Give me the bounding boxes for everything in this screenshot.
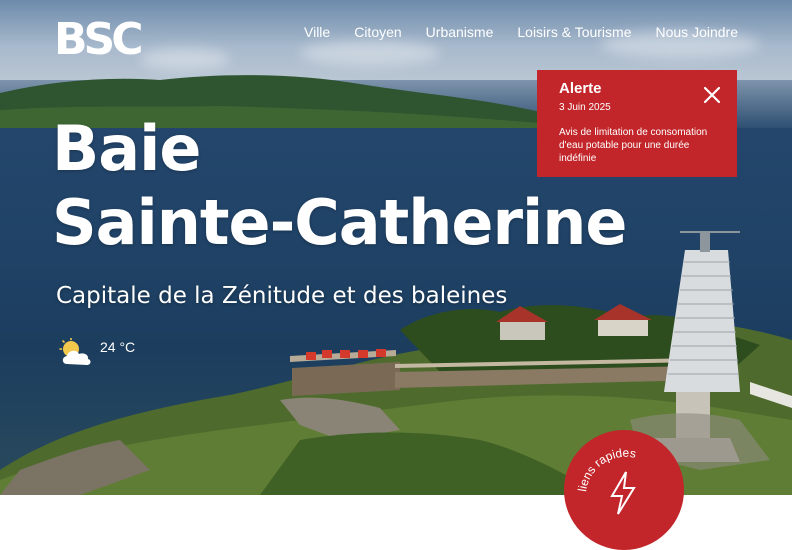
alert-title: Alerte — [559, 80, 602, 97]
nav-item-urbanisme[interactable]: Urbanisme — [426, 24, 494, 40]
svg-text:liens rapides: liens rapides — [575, 446, 637, 493]
nav-item-nous-joindre[interactable]: Nous Joindre — [656, 24, 739, 40]
nav-item-loisirs-tourisme[interactable]: Loisirs & Tourisme — [517, 24, 631, 40]
svg-text:BSC: BSC — [54, 14, 141, 58]
quick-links-button[interactable]: liens rapides — [564, 430, 684, 550]
site-logo[interactable]: BSC — [54, 12, 150, 58]
temperature: 24 °C — [100, 339, 136, 355]
quick-links-label: liens rapides — [575, 446, 637, 493]
nav-item-citoyen[interactable]: Citoyen — [354, 24, 401, 40]
page-title: Baie Sainte-Catherine — [52, 112, 627, 260]
quick-links-badge: liens rapides — [575, 446, 637, 515]
partly-cloudy-icon — [59, 338, 91, 365]
page-subtitle: Capitale de la Zénitude et des baleines — [56, 283, 508, 309]
title-line-2: Sainte-Catherine — [52, 186, 627, 259]
nav-item-ville[interactable]: Ville — [304, 24, 330, 40]
close-icon[interactable] — [703, 86, 721, 104]
title-line-1: Baie — [52, 112, 201, 185]
lightning-icon — [610, 471, 636, 515]
weather-widget: 24 °C — [58, 338, 135, 368]
main-navigation: Ville Citoyen Urbanisme Loisirs & Touris… — [304, 24, 738, 40]
